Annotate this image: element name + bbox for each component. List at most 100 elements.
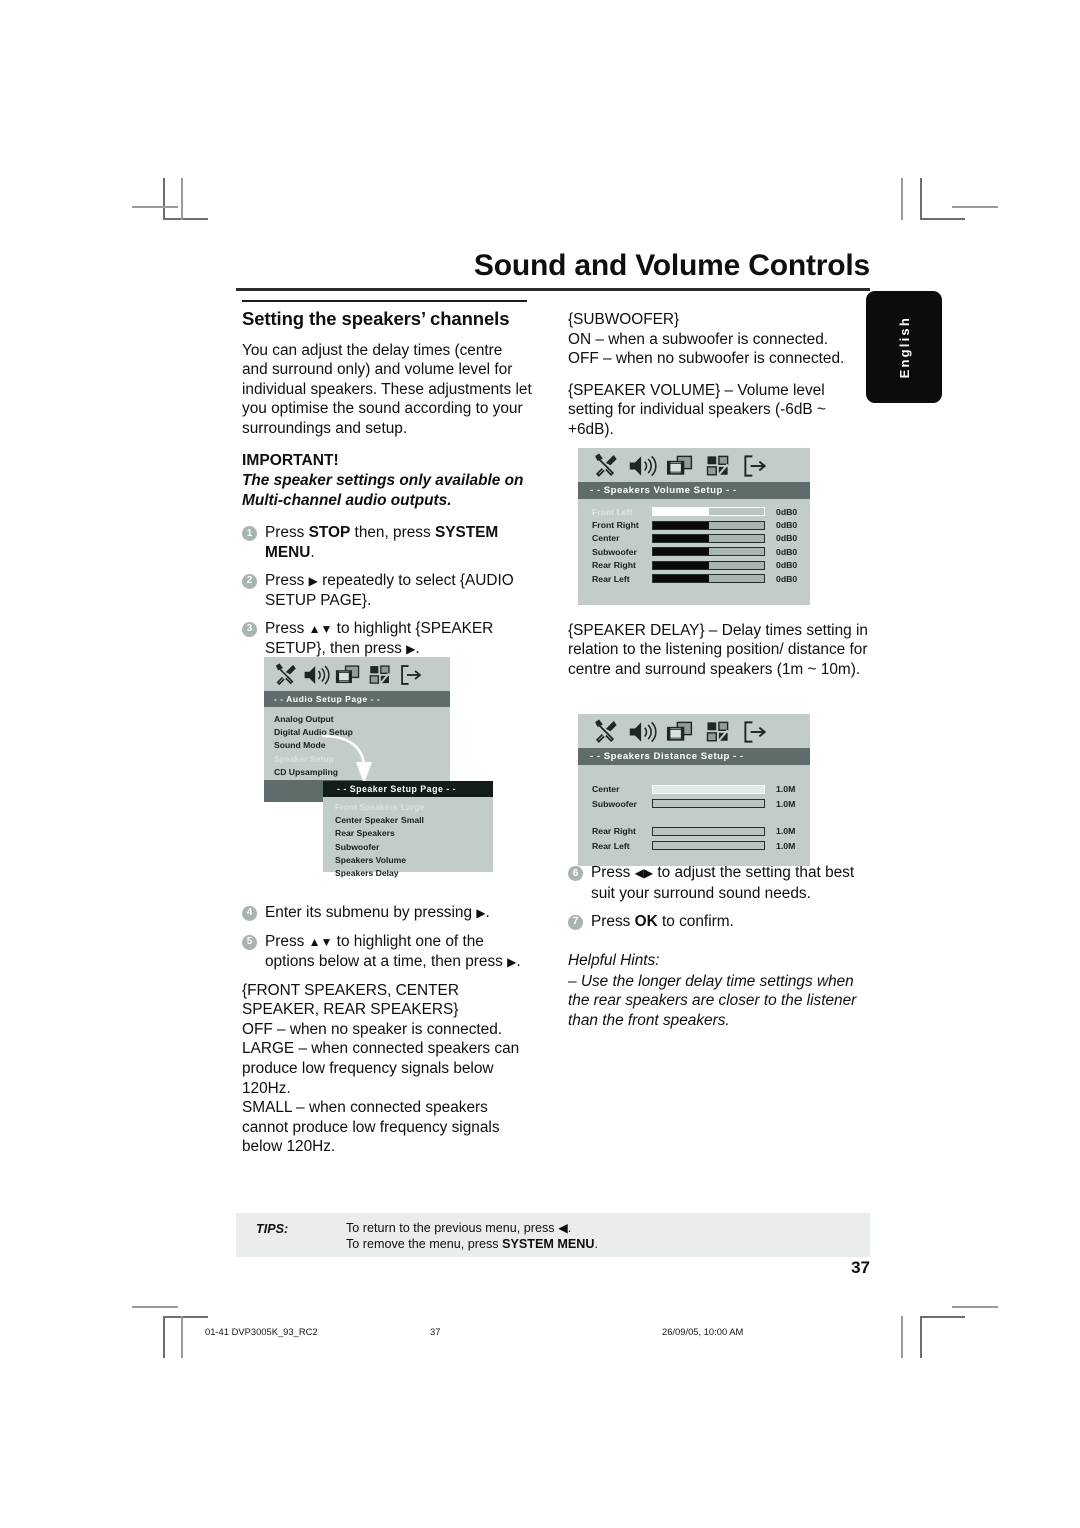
volume-label-front-left: Front Left (592, 506, 633, 517)
osd-value-front-speakers: Large (401, 802, 425, 812)
volume-value-front-right: 0dB0 (776, 520, 798, 531)
volume-row-front-left[interactable]: Front Left 0dB0 (578, 505, 810, 518)
volume-row-rear-left[interactable]: Rear Left 0dB0 (578, 572, 810, 585)
up-down-arrow-icon: ▲▼ (308, 934, 333, 949)
crop-mark-tr-v (920, 178, 922, 220)
preferences-icon (369, 665, 390, 684)
exit-icon (401, 665, 422, 685)
option-off: OFF – when no speaker is connected. (242, 1020, 503, 1038)
step-5: 5 Press ▲▼ to highlight one of the optio… (242, 932, 532, 973)
osd-row-speakers-volume[interactable]: Speakers Volume (335, 854, 493, 867)
tools-icon (595, 453, 617, 477)
osd-speaker-band-title: - - Speaker Setup Page - - (323, 781, 493, 797)
tips-line-2-bold: SYSTEM MENU (502, 1236, 595, 1251)
step-text-4: Enter its submenu by pressing ▶. (265, 903, 490, 921)
step-text-2: Press ▶ repeatedly to select {AUDIO SETU… (265, 571, 514, 610)
distance-row-rear-right[interactable]: Rear Right 1.0M (578, 824, 810, 839)
step-number-3: 3 (242, 621, 257, 637)
osd-distance-row-list: Center 1.0M Subwoofer 1.0M Rear Right 1.… (578, 765, 810, 853)
distance-label-center: Center (592, 784, 620, 795)
subwoofer-on: ON – when a subwoofer is connected. (568, 330, 829, 348)
volume-value-subwoofer: 0dB0 (776, 546, 798, 557)
speaker-icon (629, 721, 657, 743)
intro-paragraph: You can adjust the delay times (centre a… (242, 341, 532, 437)
volume-label-front-right: Front Right (592, 520, 639, 531)
volume-label-rear-right: Rear Right (592, 560, 636, 571)
step-3: 3 Press ▲▼ to highlight {SPEAKER SETUP},… (242, 619, 532, 660)
volume-row-rear-right[interactable]: Rear Right 0dB0 (578, 559, 810, 572)
distance-slider-rear-right[interactable] (652, 826, 765, 836)
volume-label-center: Center (592, 533, 620, 544)
hints-body: – Use the longer delay time settings whe… (568, 972, 857, 1029)
option-small: SMALL – when connected speakers cannot p… (242, 1099, 500, 1156)
preferences-icon (706, 455, 729, 476)
section-divider (242, 300, 527, 302)
distance-value-rear-left: 1.0M (776, 840, 796, 851)
volume-slider-rear-left[interactable] (652, 574, 765, 584)
volume-row-center[interactable]: Center 0dB0 (578, 532, 810, 545)
footer-date: 26/09/05, 10:00 AM (662, 1326, 744, 1337)
osd-volume-band-title: - - Speakers Volume Setup - - (578, 482, 810, 499)
step-7: 7 Press OK to confirm. (568, 912, 868, 932)
up-down-arrow-icon: ▲▼ (308, 621, 333, 636)
osd-volume-row-list: Front Left 0dB0 Front Right 0dB0 Center … (578, 499, 810, 585)
osd-row-front-speakers[interactable]: Front Speakers Large (335, 801, 493, 814)
distance-value-center: 1.0M (776, 784, 796, 795)
subwoofer-off: OFF – when no subwoofer is connected. (568, 350, 845, 368)
speaker-delay-text: {SPEAKER DELAY} – Delay times setting in… (568, 621, 868, 678)
right-column: {SUBWOOFER} ON – when a subwoofer is con… (568, 300, 868, 1031)
osd-row-subwoofer[interactable]: Subwoofer (335, 841, 493, 854)
step-number-7: 7 (568, 914, 583, 930)
step-number-2: 2 (242, 573, 257, 589)
page-canvas: Sound and Volume Controls English Settin… (0, 0, 1080, 1528)
distance-row-rear-left[interactable]: Rear Left 1.0M (578, 839, 810, 854)
important-body: The speaker settings only available on M… (242, 472, 524, 509)
option-large: LARGE – when connected speakers can prod… (242, 1040, 520, 1097)
distance-slider-subwoofer[interactable] (652, 799, 765, 809)
right-arrow-icon: ▶ (406, 642, 416, 657)
volume-slider-front-left[interactable] (652, 507, 765, 517)
osd-row-rear-speakers[interactable]: Rear Speakers (335, 827, 493, 840)
right-arrow-icon: ▶ (308, 573, 318, 588)
volume-row-subwoofer[interactable]: Subwoofer 0dB0 (578, 545, 810, 558)
osd-label-front-speakers: Front Speakers (335, 802, 398, 812)
crop-mark-bl-h (163, 1316, 208, 1318)
crop-mark-br-h2 (952, 1306, 998, 1308)
osd-label-center-speaker: Center Speaker (335, 815, 399, 826)
volume-label-subwoofer: Subwoofer (592, 546, 637, 557)
distance-row-center[interactable]: Center 1.0M (578, 782, 810, 797)
distance-slider-center[interactable] (652, 784, 765, 794)
step-1: 1 Press STOP then, press SYSTEM MENU. (242, 523, 532, 562)
osd-audio-band-title: - - Audio Setup Page - - (264, 691, 450, 707)
footer-page: 37 (430, 1326, 441, 1337)
step-number-1: 1 (242, 526, 257, 542)
osd-speaker-item-list: Front Speakers Large Center Speaker Smal… (323, 797, 493, 880)
osd-icon-bar (578, 714, 810, 748)
speaker-volume-text: {SPEAKER VOLUME} – Volume level setting … (568, 381, 826, 438)
section-title: Setting the speakers’ channels (242, 308, 510, 329)
important-heading: IMPORTANT! (242, 451, 339, 469)
tips-line-2: To remove the menu, press SYSTEM MENU. (346, 1237, 598, 1253)
volume-slider-subwoofer[interactable] (652, 547, 765, 557)
osd-label-rear-speakers: Rear Speakers (335, 828, 395, 839)
osd-distance-band-title: - - Speakers Distance Setup - - (578, 748, 810, 765)
title-divider (236, 288, 870, 291)
step-4: 4 Enter its submenu by pressing ▶. (242, 903, 532, 924)
options-heading: {FRONT SPEAKERS, CENTER SPEAKER, REAR SP… (242, 981, 459, 1019)
volume-row-front-right[interactable]: Front Right 0dB0 (578, 518, 810, 531)
volume-value-front-left: 0dB0 (776, 506, 798, 517)
volume-value-rear-left: 0dB0 (776, 573, 798, 584)
osd-row-center-speaker[interactable]: Center Speaker Small (335, 814, 493, 827)
step-number-4: 4 (242, 905, 257, 921)
distance-slider-rear-left[interactable] (652, 841, 765, 851)
osd-item-analog-output[interactable]: Analog Output (274, 713, 450, 726)
page-title: Sound and Volume Controls (473, 249, 870, 282)
crop-mark-tr-h2 (952, 206, 998, 208)
osd-row-speakers-delay[interactable]: Speakers Delay (335, 867, 493, 880)
exit-icon (744, 455, 767, 477)
volume-slider-front-right[interactable] (652, 520, 765, 530)
distance-row-subwoofer[interactable]: Subwoofer 1.0M (578, 797, 810, 812)
volume-slider-center[interactable] (652, 533, 765, 543)
speaker-icon (629, 455, 657, 477)
volume-slider-rear-right[interactable] (652, 560, 765, 570)
